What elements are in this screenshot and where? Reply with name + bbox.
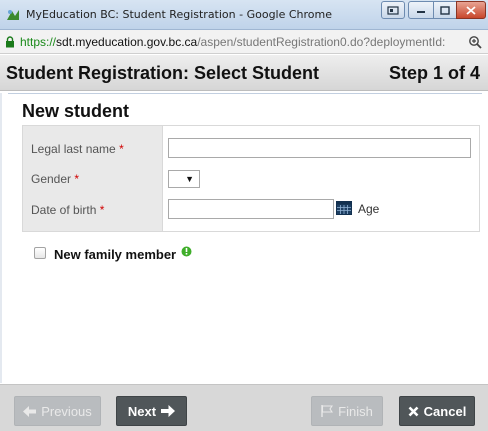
dialog-left-edge — [0, 93, 2, 383]
maximize-button[interactable] — [433, 1, 457, 19]
arrow-left-icon — [23, 405, 37, 417]
next-button[interactable]: Next — [116, 396, 187, 426]
last-name-label-text: Legal last name — [31, 142, 116, 156]
window-title: MyEducation BC: Student Registration - G… — [26, 8, 333, 21]
window-titlebar: MyEducation BC: Student Registration - G… — [0, 0, 488, 30]
gender-label: Gender * — [31, 172, 79, 186]
url-domain: sdt.myeducation.gov.bc.ca — [56, 35, 198, 49]
minimize-button[interactable] — [408, 1, 434, 19]
finish-button[interactable]: Finish — [311, 396, 383, 426]
lock-icon — [6, 36, 14, 48]
step-indicator: Step 1 of 4 — [388, 63, 480, 83]
address-bar[interactable]: https://sdt.myeducation.gov.bc.ca/aspen/… — [0, 30, 488, 54]
cancel-button-label: Cancel — [423, 403, 467, 419]
new-family-member-checkbox[interactable] — [34, 247, 46, 259]
app-icon — [7, 10, 19, 20]
flag-icon — [321, 405, 334, 417]
maximize-icon — [440, 5, 450, 15]
dialog-footer: Previous Next Finish Cancel — [0, 384, 488, 431]
last-name-input[interactable] — [168, 138, 471, 158]
gender-select[interactable]: ▼ — [168, 170, 200, 188]
url-path: /aspen/studentRegistration0.do?deploymen… — [197, 35, 446, 49]
arrow-right-icon — [161, 405, 176, 417]
info-icon[interactable] — [181, 246, 192, 257]
last-name-label: Legal last name * — [31, 142, 124, 156]
required-marker: * — [74, 172, 80, 186]
age-label: Age — [358, 202, 380, 216]
new-student-form: Legal last name * Gender * ▼ Date of bir… — [22, 125, 480, 232]
required-marker: * — [99, 203, 105, 217]
restore-window-button[interactable] — [381, 1, 405, 19]
close-icon — [408, 406, 419, 416]
calendar-icon[interactable] — [336, 201, 352, 215]
header-divider — [8, 93, 482, 94]
dob-label-text: Date of birth — [31, 203, 97, 217]
new-family-member-label[interactable]: New family member — [54, 247, 176, 262]
url-scheme: https:// — [20, 35, 57, 49]
next-button-label: Next — [127, 403, 157, 419]
cancel-button[interactable]: Cancel — [399, 396, 475, 426]
gender-label-text: Gender — [31, 172, 72, 186]
url-text[interactable]: https://sdt.myeducation.gov.bc.ca/aspen/… — [20, 35, 466, 49]
dropdown-arrow-icon: ▼ — [185, 174, 194, 184]
dob-input[interactable] — [168, 199, 334, 219]
dialog-title: Student Registration: Select Student — [6, 63, 320, 83]
restore-icon — [387, 6, 399, 15]
close-icon — [466, 5, 476, 15]
section-title: New student — [22, 101, 130, 121]
previous-button[interactable]: Previous — [14, 396, 101, 426]
required-marker: * — [119, 142, 124, 156]
zoom-icon[interactable] — [468, 35, 482, 49]
minimize-icon — [417, 11, 425, 13]
finish-button-label: Finish — [338, 403, 373, 419]
dialog-header: Student Registration: Select Student Ste… — [0, 55, 488, 91]
previous-button-label: Previous — [41, 403, 92, 419]
close-window-button[interactable] — [456, 1, 486, 19]
dob-label: Date of birth * — [31, 203, 104, 217]
